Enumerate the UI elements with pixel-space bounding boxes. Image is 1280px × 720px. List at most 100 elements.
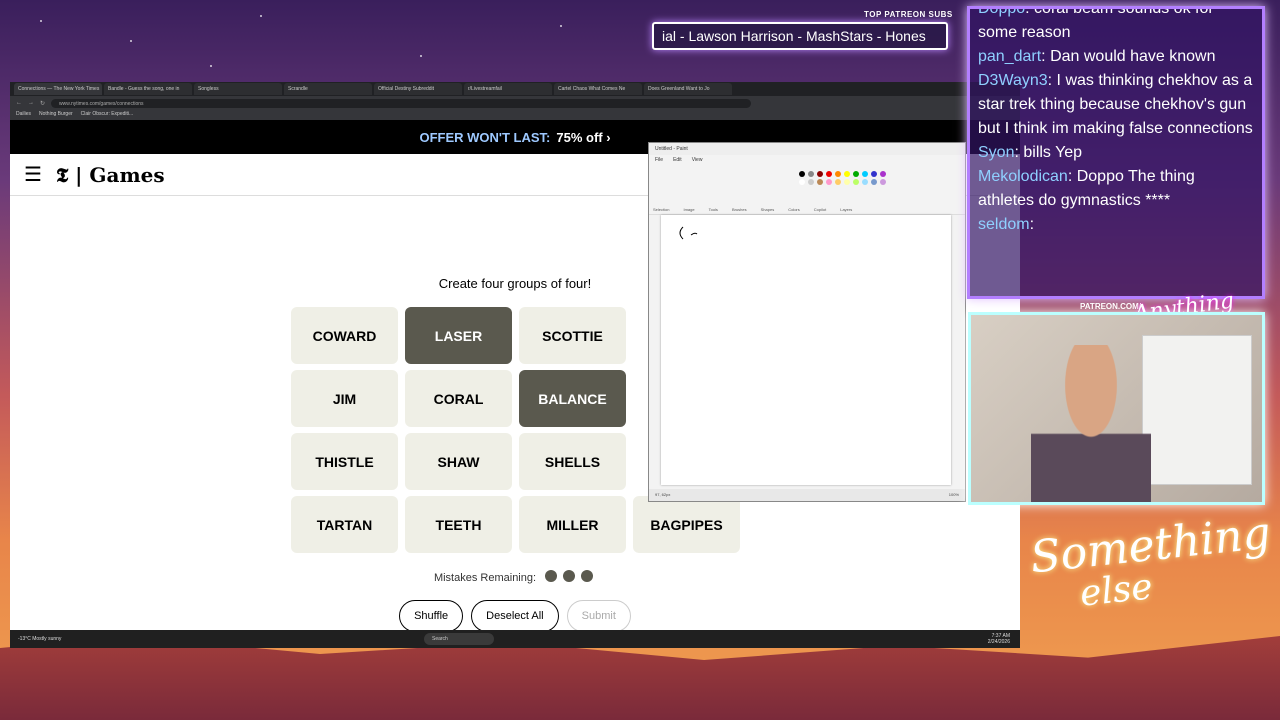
paint-group-labels: Selection Image Tools Brushes Shapes Colors Co… bbox=[653, 207, 852, 212]
address-bar-row: ← → ↻ www.nytimes.com/games/connections bbox=[10, 96, 1020, 110]
color-swatch[interactable] bbox=[853, 179, 859, 185]
offer-text: 75% off › bbox=[556, 129, 611, 145]
paint-menu-item[interactable]: Edit bbox=[673, 157, 682, 163]
color-swatch[interactable] bbox=[871, 179, 877, 185]
paint-window: Untitled - Paint File Edit View Selection I… bbox=[648, 142, 966, 502]
browser-tab[interactable]: Scrandle bbox=[284, 83, 372, 95]
chat-text: bills Yep bbox=[1023, 144, 1083, 161]
mistake-dots bbox=[542, 570, 596, 585]
star bbox=[260, 15, 262, 17]
color-swatch[interactable] bbox=[844, 179, 850, 185]
color-swatch[interactable] bbox=[871, 171, 877, 177]
word-tile[interactable]: TEETH bbox=[405, 496, 512, 553]
color-swatch[interactable] bbox=[835, 179, 841, 185]
chat-username[interactable]: Mekolodican bbox=[978, 168, 1068, 185]
word-tile[interactable]: BALANCE bbox=[519, 370, 626, 427]
browser-tab[interactable]: Cartel Chaos What Comes Ne bbox=[554, 83, 642, 95]
color-swatch[interactable] bbox=[808, 171, 814, 177]
cursor-position: 97, 62px bbox=[655, 492, 671, 497]
browser-tab[interactable]: r/Livestreamfail bbox=[464, 83, 552, 95]
paint-group-label[interactable]: Colors bbox=[788, 207, 800, 212]
chat-username[interactable]: pan_dart bbox=[978, 48, 1041, 65]
browser-tab[interactable]: Does Greenland Want to Jo bbox=[644, 83, 732, 95]
word-tile[interactable]: BAGPIPES bbox=[633, 496, 740, 553]
pen-stroke bbox=[679, 226, 698, 240]
color-swatch[interactable] bbox=[862, 171, 868, 177]
browser-tab[interactable]: Official Destiny Subreddit bbox=[374, 83, 462, 95]
color-swatch[interactable] bbox=[862, 179, 868, 185]
star bbox=[560, 25, 562, 27]
paint-toolbar: Selection Image Tools Brushes Shapes Colors Co… bbox=[649, 165, 965, 215]
taskbar-search[interactable]: Search bbox=[424, 633, 494, 645]
paint-group-label[interactable]: Selection bbox=[653, 207, 669, 212]
paint-statusbar: 97, 62px 100% bbox=[649, 489, 965, 501]
color-swatch[interactable] bbox=[880, 171, 886, 177]
paint-group-label[interactable]: Shapes bbox=[761, 207, 775, 212]
chat-text: Dan would have known bbox=[1050, 48, 1216, 65]
bookmark-item[interactable]: Clair Obscur: Expediti... bbox=[81, 111, 134, 119]
nyt-games-logo[interactable]: 𝕿 | Games bbox=[56, 163, 165, 187]
word-tile[interactable]: LASER bbox=[405, 307, 512, 364]
chat-message: Mekolodican: Doppo The thing athletes do… bbox=[978, 165, 1254, 213]
color-swatch[interactable] bbox=[826, 179, 832, 185]
word-tile[interactable]: SCOTTIE bbox=[519, 307, 626, 364]
color-swatch[interactable] bbox=[808, 179, 814, 185]
star bbox=[130, 40, 132, 42]
color-swatch[interactable] bbox=[817, 171, 823, 177]
color-swatch[interactable] bbox=[817, 179, 823, 185]
clock[interactable]: 7:37 AM 2/24/2026 bbox=[988, 633, 1010, 645]
star bbox=[40, 20, 42, 22]
chat-separator: : bbox=[1067, 168, 1077, 185]
paint-group-label[interactable]: Image bbox=[683, 207, 694, 212]
deselect-all-button[interactable]: Deselect All bbox=[471, 600, 559, 632]
mistake-dot bbox=[581, 570, 594, 582]
color-swatch[interactable] bbox=[799, 171, 805, 177]
bookmark-item[interactable]: Dailies bbox=[16, 111, 31, 119]
word-tile[interactable]: JIM bbox=[291, 370, 398, 427]
windows-taskbar: -13°C Mostly sunny Search 7:37 AM 2/24/20… bbox=[10, 630, 1020, 648]
color-swatch[interactable] bbox=[844, 171, 850, 177]
chat-username[interactable]: Syon bbox=[978, 144, 1014, 161]
word-tile[interactable]: SHELLS bbox=[519, 433, 626, 490]
paint-group-label[interactable]: Brushes bbox=[732, 207, 747, 212]
browser-tab[interactable]: Songless bbox=[194, 83, 282, 95]
browser-tab[interactable]: Bandle - Guess the song, one in bbox=[104, 83, 192, 95]
bookmark-item[interactable]: Nothing Burger bbox=[39, 111, 73, 119]
word-tile[interactable]: TARTAN bbox=[291, 496, 398, 553]
submit-button[interactable]: Submit bbox=[566, 600, 631, 632]
word-tile[interactable]: THISTLE bbox=[291, 433, 398, 490]
paint-group-label[interactable]: Layers bbox=[840, 207, 852, 212]
paint-menu-item[interactable]: File bbox=[655, 157, 663, 163]
word-tile[interactable]: COWARD bbox=[291, 307, 398, 364]
forward-icon[interactable]: → bbox=[28, 100, 34, 106]
chat-message: Syon: bills Yep bbox=[978, 141, 1254, 165]
chat-username[interactable]: Doppo bbox=[978, 9, 1025, 17]
chat-username[interactable]: seldom bbox=[978, 216, 1030, 233]
color-swatch[interactable] bbox=[835, 171, 841, 177]
shuffle-button[interactable]: Shuffle bbox=[399, 600, 464, 632]
color-swatch[interactable] bbox=[799, 179, 805, 185]
chat-separator: : bbox=[1029, 216, 1035, 233]
color-swatch[interactable] bbox=[853, 171, 859, 177]
browser-tab[interactable]: Connections — The New York Times bbox=[14, 83, 102, 95]
color-swatch[interactable] bbox=[826, 171, 832, 177]
chat-username[interactable]: D3Wayn3 bbox=[978, 72, 1048, 89]
back-icon[interactable]: ← bbox=[16, 100, 22, 106]
paint-group-label[interactable]: Tools bbox=[709, 207, 718, 212]
url-input[interactable]: www.nytimes.com/games/connections bbox=[51, 98, 752, 108]
weather-widget[interactable]: -13°C Mostly sunny bbox=[18, 636, 61, 642]
tab-bar: Connections — The New York Times Bandle -… bbox=[10, 82, 1020, 96]
paint-group-label[interactable]: Copilot bbox=[814, 207, 826, 212]
reload-icon[interactable]: ↻ bbox=[40, 100, 45, 107]
word-tile[interactable]: CORAL bbox=[405, 370, 512, 427]
star bbox=[210, 65, 212, 67]
chat-panel: Doppo: coral beam sounds ok for some rea… bbox=[967, 6, 1265, 299]
paint-canvas[interactable] bbox=[661, 215, 951, 485]
color-swatch[interactable] bbox=[880, 179, 886, 185]
zoom-level[interactable]: 100% bbox=[949, 492, 959, 498]
word-tile[interactable]: SHAW bbox=[405, 433, 512, 490]
menu-icon[interactable]: ☰ bbox=[24, 162, 42, 187]
paint-menu-item[interactable]: View bbox=[692, 157, 703, 163]
word-tile[interactable]: MILLER bbox=[519, 496, 626, 553]
offer-highlight: OFFER WON'T LAST: bbox=[419, 129, 551, 145]
